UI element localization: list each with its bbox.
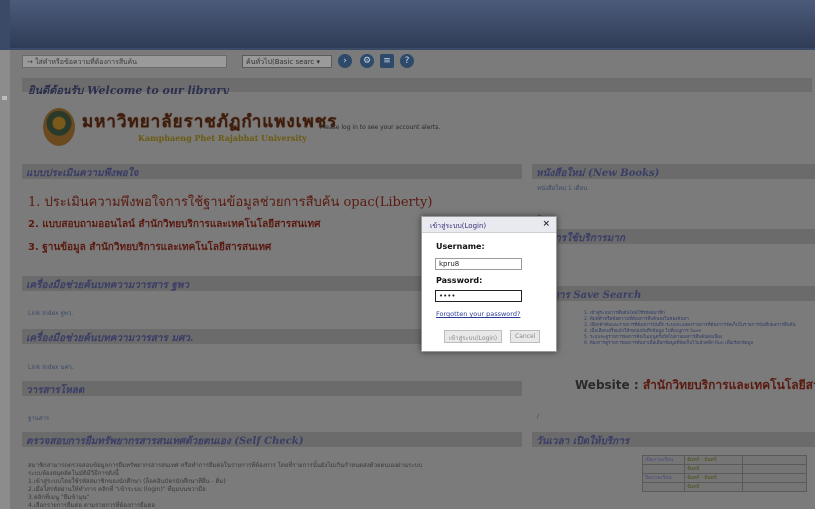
hours-table: เปิดภาคเรียน จันทร์ - จันทร์ จันทร์ ปิดภา… (642, 455, 807, 492)
search-arrow-icon: → (27, 58, 36, 66)
close-icon[interactable]: × (542, 219, 550, 229)
left-strip (0, 50, 10, 509)
save-search-heading: รายการ Save Search (532, 286, 815, 301)
save-search-line-6: 6. ต้องการดูรายการผลการค้นหาเมื่อเลือกข้… (584, 341, 754, 346)
library-page: → ใส่คำหรือข้อความที่ต้องการสืบค้น ค้นทั… (10, 50, 815, 509)
login-dialog-title: เข้าสู่ระบบ(Login) (422, 217, 556, 233)
collapse-handle[interactable] (2, 96, 7, 100)
table-row: จันทร์ (642, 482, 807, 492)
advanced-search-icon[interactable]: ⚙ (360, 54, 374, 68)
tool1-link[interactable]: Link Index ฐพว. (28, 308, 73, 318)
password-field[interactable]: •••• (435, 290, 522, 302)
popular-heading: ที่มีการใช้บริการมาก (532, 229, 815, 244)
hours-day-open-2: จันทร์ (684, 464, 743, 474)
list-icon[interactable]: ≡ (380, 54, 394, 68)
search-input[interactable]: → ใส่คำหรือข้อความที่ต้องการสืบค้น (22, 55, 227, 68)
hours-cell (742, 473, 807, 483)
help-icon[interactable]: ? (400, 54, 414, 68)
hours-cell (742, 464, 807, 474)
right-slash: / (537, 413, 540, 420)
university-name-th: มหาวิทยาลัยราชภัฏกำแพงเพชร (82, 112, 338, 132)
hours-label-open: เปิดภาคเรียน (642, 455, 685, 465)
hours-cell (742, 482, 807, 492)
website-name: สำนักวิทยบริการและเทคโนโลยีสารสน (642, 378, 815, 392)
hours-label-closed: ปิดภาคเรียน (642, 473, 685, 483)
hours-empty (642, 482, 685, 492)
hours-day-closed-2: จันทร์ (684, 482, 743, 492)
journal-link[interactable]: ฐานสาร (28, 413, 49, 423)
browser-top-band (0, 0, 815, 50)
survey-link-3[interactable]: 3. ฐานข้อมูล สำนักวิทยบริการและเทคโนโลยี… (28, 240, 271, 255)
login-note: Please log in to see your account alerts… (320, 124, 441, 131)
hours-day-closed: จันทร์ - จันทร์ (684, 473, 743, 483)
top-banner (10, 0, 815, 48)
selfcheck-heading: ตรวจสอบการยืมทรัพยากรสารสนเทศด้วยตนเอง (… (22, 432, 522, 447)
website-prefix: Website : (575, 378, 639, 392)
university-name-en: Kamphaeng Phet Rajabhat University (138, 133, 307, 143)
survey-heading: แบบประเมินความพึงพอใจ (22, 164, 522, 179)
go-icon[interactable]: › (338, 54, 352, 68)
survey-link-2[interactable]: 2. แบบสอบถามออนไลน์ สำนักวิทยบริการและเท… (28, 217, 320, 232)
login-button[interactable]: เข้าสู่ระบบ(Login) (444, 330, 503, 343)
journal-heading: วารสารโหลด (22, 381, 522, 396)
hours-empty (642, 464, 685, 474)
search-type-select[interactable]: ค้นทั่วไป(Basic searc ▾ (242, 55, 332, 68)
password-label: Password: (436, 276, 483, 285)
table-row: จันทร์ (642, 464, 807, 474)
hours-day-open: จันทร์ - จันทร์ (684, 455, 743, 465)
tool2-link[interactable]: Link Index มศว. (28, 362, 74, 372)
search-type-value: ค้นทั่วไป(Basic searc (246, 58, 315, 66)
search-toolbar: → ใส่คำหรือข้อความที่ต้องการสืบค้น ค้นทั… (22, 53, 812, 71)
cancel-button[interactable]: Cancel (510, 330, 541, 343)
selfcheck-line-6: 4.เลือกรายการยืมต่อ ตามรายการที่ต้องการย… (28, 502, 156, 509)
login-title-text: เข้าสู่ระบบ(Login) (430, 222, 487, 230)
website-line[interactable]: Website : สำนักวิทยบริการและเทคโนโลยีสาร… (575, 376, 815, 395)
survey-link-1[interactable]: 1. ประเมินความพึงพอใจการใช้ฐานข้อมูลช่วย… (28, 191, 432, 212)
forgot-password-link[interactable]: Forgotten your password? (436, 310, 520, 318)
hours-cell (742, 455, 807, 465)
table-row: เปิดภาคเรียน จันทร์ - จันทร์ (642, 455, 807, 465)
new-books-link[interactable]: หนังสือใหม่ 1 เดือน (537, 183, 587, 193)
university-seal-icon (43, 108, 75, 146)
new-books-heading: หนังสือใหม่ (New Books) (532, 164, 815, 179)
username-field[interactable]: kpru8 (435, 258, 522, 270)
login-dialog: เข้าสู่ระบบ(Login) × Username: kpru8 Pas… (421, 216, 557, 352)
hours-heading: วันเวลา เปิดให้บริการ (532, 432, 815, 447)
search-placeholder: ใส่คำหรือข้อความที่ต้องการสืบค้น (35, 58, 138, 66)
username-label: Username: (436, 242, 485, 251)
table-row: ปิดภาคเรียน จันทร์ - จันทร์ (642, 473, 807, 483)
